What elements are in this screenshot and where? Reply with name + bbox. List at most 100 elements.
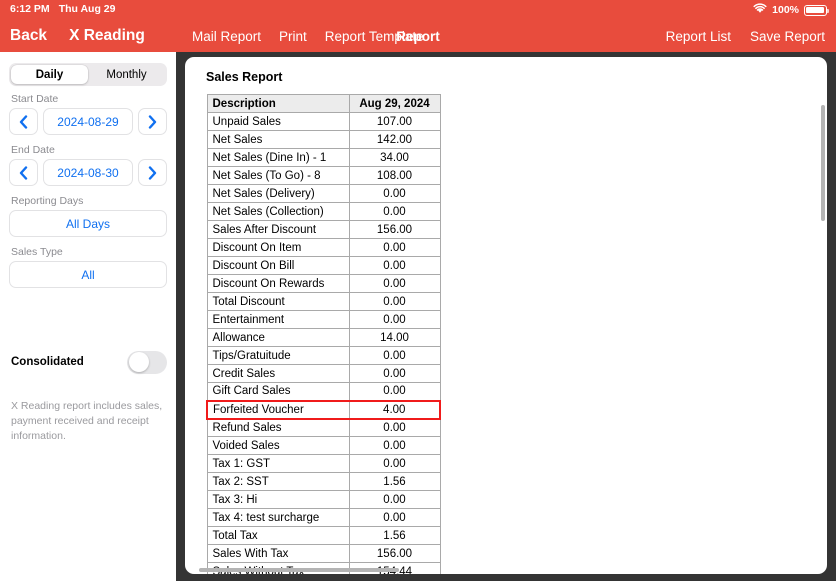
table-row: Sales With Tax 156.00 — [206, 544, 441, 563]
column-header-description: Description — [206, 94, 350, 113]
end-date-label: End Date — [11, 144, 55, 156]
start-date-value[interactable]: 2024-08-29 — [43, 108, 133, 135]
chevron-left-icon — [19, 165, 28, 180]
row-description: Tax 3: Hi — [206, 490, 350, 509]
helper-text: X Reading report includes sales, payment… — [11, 400, 163, 442]
reporting-days-label: Reporting Days — [11, 195, 84, 207]
row-value: 14.00 — [348, 328, 441, 347]
row-value: 156.00 — [348, 544, 441, 563]
nav-right-group: Report List Save Report — [666, 20, 825, 52]
row-description: Gift Card Sales — [206, 382, 350, 401]
chevron-right-icon — [148, 114, 157, 129]
horizontal-scrollbar[interactable] — [199, 568, 399, 572]
row-value: 0.00 — [348, 202, 441, 221]
row-description: Net Sales — [206, 130, 350, 149]
screen-title: X Reading — [69, 27, 145, 44]
table-row: Net Sales (Dine In) - 1 34.00 — [206, 148, 441, 167]
row-description: Refund Sales — [206, 418, 350, 437]
battery-percent-label: 100% — [772, 4, 799, 16]
row-description: Discount On Bill — [206, 256, 350, 275]
row-description: Total Tax — [206, 526, 350, 545]
report-template-button[interactable]: Report Template — [325, 29, 424, 44]
row-description: Forfeited Voucher — [206, 399, 350, 420]
report-list-button[interactable]: Report List — [666, 29, 731, 44]
table-row: Tax 1: GST 0.00 — [206, 454, 441, 473]
save-report-button[interactable]: Save Report — [750, 29, 825, 44]
row-description: Allowance — [206, 328, 350, 347]
row-description: Tax 2: SST — [206, 472, 350, 491]
row-value: 0.00 — [348, 382, 441, 401]
row-value: 0.00 — [348, 346, 441, 365]
consolidated-label: Consolidated — [11, 356, 84, 368]
table-row: Discount On Rewards 0.00 — [206, 274, 441, 293]
mail-report-button[interactable]: Mail Report — [192, 29, 261, 44]
row-value: 1.56 — [348, 472, 441, 491]
table-row: Entertainment 0.00 — [206, 310, 441, 329]
table-row: Forfeited Voucher 4.00 — [206, 399, 441, 420]
segment-daily[interactable]: Daily — [11, 65, 88, 84]
row-description: Sales With Tax — [206, 544, 350, 563]
table-row: Gift Card Sales 0.00 — [206, 382, 441, 401]
sales-type-picker[interactable]: All — [9, 261, 167, 288]
table-row: Tax 4: test surcharge 0.00 — [206, 508, 441, 527]
report-table-scroll[interactable]: Description Aug 29, 2024 Unpaid Sales 107… — [206, 94, 827, 574]
report-content-area: Sales Report Description Aug 29, 2024 Un… — [176, 52, 836, 581]
status-bar: 6:12 PM Thu Aug 29 100% — [0, 0, 836, 20]
navigation-bar: Report Back X Reading Mail Report Print … — [0, 20, 836, 52]
end-date-prev-button[interactable] — [9, 159, 38, 186]
row-description: Discount On Rewards — [206, 274, 350, 293]
row-value: 0.00 — [348, 238, 441, 257]
report-table-head: Description Aug 29, 2024 — [206, 94, 441, 113]
start-date-row: 2024-08-29 — [9, 108, 167, 135]
row-description: Tax 1: GST — [206, 454, 350, 473]
status-time: 6:12 PM — [10, 3, 50, 15]
row-description: Tax 4: test surcharge — [206, 508, 350, 527]
sales-type-label: Sales Type — [11, 246, 63, 258]
print-button[interactable]: Print — [279, 29, 307, 44]
table-row: Net Sales 142.00 — [206, 130, 441, 149]
row-description: Unpaid Sales — [206, 112, 350, 131]
column-header-date: Aug 29, 2024 — [348, 94, 441, 113]
row-value: 0.00 — [348, 490, 441, 509]
row-description: Net Sales (Delivery) — [206, 184, 350, 203]
table-row: Tax 3: Hi 0.00 — [206, 490, 441, 509]
row-value: 142.00 — [348, 130, 441, 149]
chevron-right-icon — [148, 165, 157, 180]
table-row: Sales After Discount 156.00 — [206, 220, 441, 239]
row-description: Total Discount — [206, 292, 350, 311]
row-value: 0.00 — [348, 508, 441, 527]
table-header-row: Description Aug 29, 2024 — [206, 94, 441, 113]
segment-monthly[interactable]: Monthly — [88, 65, 165, 84]
row-value: 0.00 — [348, 454, 441, 473]
row-value: 34.00 — [348, 148, 441, 167]
chevron-left-icon — [19, 114, 28, 129]
vertical-scrollbar[interactable] — [821, 105, 825, 221]
x-reading-report-screen: 6:12 PM Thu Aug 29 100% Report Back X Re… — [0, 0, 836, 581]
row-value: 1.56 — [348, 526, 441, 545]
row-value: 107.00 — [348, 112, 441, 131]
end-date-next-button[interactable] — [138, 159, 167, 186]
start-date-next-button[interactable] — [138, 108, 167, 135]
consolidated-toggle[interactable] — [127, 350, 167, 374]
table-row: Allowance 14.00 — [206, 328, 441, 347]
row-value: 0.00 — [348, 364, 441, 383]
row-value: 4.00 — [348, 399, 441, 420]
status-date: Thu Aug 29 — [58, 3, 116, 15]
filters-sidebar: Daily Monthly Start Date 2024-08-29 End … — [0, 52, 176, 581]
reporting-days-picker[interactable]: All Days — [9, 210, 167, 237]
row-value: 108.00 — [348, 166, 441, 185]
table-row: Total Tax 1.56 — [206, 526, 441, 545]
row-description: Net Sales (To Go) - 8 — [206, 166, 350, 185]
back-button[interactable]: Back — [10, 27, 47, 45]
table-row: Discount On Bill 0.00 — [206, 256, 441, 275]
table-row: Net Sales (To Go) - 8 108.00 — [206, 166, 441, 185]
report-table: Description Aug 29, 2024 Unpaid Sales 107… — [206, 94, 441, 574]
table-row: Tips/Gratuitude 0.00 — [206, 346, 441, 365]
report-panel: Sales Report Description Aug 29, 2024 Un… — [185, 57, 827, 574]
start-date-prev-button[interactable] — [9, 108, 38, 135]
end-date-value[interactable]: 2024-08-30 — [43, 159, 133, 186]
period-segmented-control[interactable]: Daily Monthly — [9, 63, 167, 86]
table-row: Net Sales (Delivery) 0.00 — [206, 184, 441, 203]
status-bar-right: 100% — [753, 3, 830, 17]
row-description: Net Sales (Dine In) - 1 — [206, 148, 350, 167]
